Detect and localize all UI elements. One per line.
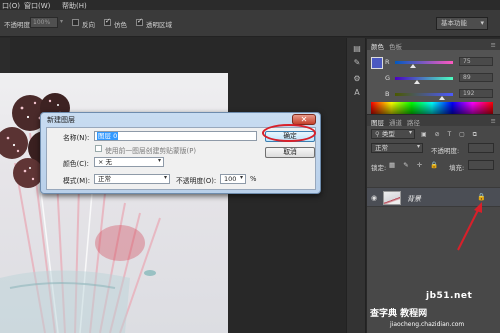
panel-icon-column: ▤ ✎ ⚙ A	[346, 38, 366, 333]
reverse-checkbox[interactable]	[72, 19, 79, 26]
slider-green-knob[interactable]	[414, 80, 420, 84]
lock-options-icons[interactable]: ▦ ✎ ✛ 🔒	[389, 161, 441, 169]
layer-opacity-label: 不透明度:	[431, 147, 460, 155]
lock-label: 锁定:	[371, 164, 387, 172]
workspace-select[interactable]: 基本功能	[436, 17, 488, 30]
slider-red[interactable]: R 75	[385, 57, 495, 68]
opacity-input[interactable]: 100%	[30, 17, 58, 28]
slider-red-knob[interactable]	[410, 64, 416, 68]
tab-channels[interactable]: 通道	[389, 117, 402, 127]
color-panel-tabs: 颜色 色板 ≡	[367, 39, 500, 51]
mode-label: 模式(M):	[63, 177, 91, 185]
tab-paths[interactable]: 路径	[407, 117, 420, 127]
reverse-label: 反向	[82, 21, 95, 29]
history-icon[interactable]: ▤	[352, 44, 362, 54]
watermark-title: 查字典 教程网	[370, 309, 428, 319]
tab-color[interactable]: 颜色	[371, 41, 384, 51]
dither-label: 仿色	[114, 21, 127, 29]
opacity-label: 不透明度:	[4, 21, 33, 29]
layer-opacity-input[interactable]	[468, 143, 494, 153]
color-panel: 颜色 色板 ≡ R 75 G 89 B 192	[367, 38, 500, 122]
filter-search-icon: ⚲	[375, 130, 382, 138]
opacity-label-dialog: 不透明度(O):	[176, 177, 217, 185]
slider-green-value[interactable]: 89	[459, 73, 493, 82]
slider-blue-label: B	[385, 90, 390, 98]
close-icon[interactable]: ✕	[292, 114, 316, 125]
dialog-body: 名称(N): 图层 0 确定 使用前一图层创建剪贴蒙版(P) 取消 颜色(C):…	[46, 127, 316, 190]
slider-green-track[interactable]	[395, 77, 453, 80]
watermark-site: jb51.net	[426, 291, 473, 301]
ok-button[interactable]: 确定	[265, 131, 315, 142]
panel-menu-icon[interactable]: ≡	[491, 41, 496, 49]
foreground-color-swatch[interactable]	[371, 57, 383, 69]
annotation-arrow	[457, 202, 482, 251]
clipping-mask-checkbox[interactable]	[95, 145, 102, 152]
transparency-checkbox[interactable]	[136, 17, 143, 26]
layers-menu-icon[interactable]: ≡	[491, 117, 496, 125]
slider-red-value[interactable]: 75	[459, 57, 493, 66]
name-label: 名称(N):	[63, 134, 90, 142]
fill-label: 填充:	[449, 164, 465, 172]
slider-blue-value[interactable]: 192	[459, 89, 493, 98]
mode-select[interactable]: 正常	[94, 174, 170, 184]
color-select[interactable]: × 无	[94, 157, 164, 167]
layer-filter-select[interactable]: ⚲ 类型	[371, 129, 415, 139]
blend-mode-select[interactable]: 正常	[371, 143, 423, 153]
slider-green[interactable]: G 89	[385, 73, 495, 84]
slider-red-track[interactable]	[395, 61, 453, 64]
color-label: 颜色(C):	[63, 160, 89, 168]
layer-name[interactable]: 背景	[407, 194, 421, 204]
tab-swatches[interactable]: 色板	[389, 41, 402, 51]
layers-panel-tabs: 图层 通道 路径 ≡	[367, 115, 500, 127]
slider-red-label: R	[385, 58, 390, 66]
menu-bar: 口(O) 窗口(W) 帮助(H)	[0, 0, 500, 10]
layer-thumbnail	[383, 191, 401, 205]
opacity-unit: %	[250, 175, 257, 183]
cancel-button[interactable]: 取消	[265, 147, 315, 158]
character-icon[interactable]: A	[352, 88, 362, 98]
fill-input[interactable]	[468, 160, 494, 170]
brush-tool-icon[interactable]: ✎	[352, 58, 362, 68]
filter-kind-icons[interactable]: ▣ ⊘ T ▢ ⧉	[421, 131, 480, 138]
layer-filter-icons: ▣ ⊘ T ▢ ⧉	[421, 130, 491, 139]
dialog-title: 新建图层	[47, 116, 75, 124]
slider-blue-knob[interactable]	[439, 96, 445, 100]
watermark-url: jiaocheng.chazidian.com	[390, 321, 465, 328]
transparency-label: 透明区域	[146, 21, 172, 29]
actions-icon[interactable]: ⚙	[352, 74, 362, 84]
tab-layers[interactable]: 图层	[371, 117, 384, 127]
slider-blue[interactable]: B 192	[385, 89, 495, 100]
dither-checkbox[interactable]	[104, 17, 111, 26]
slider-green-label: G	[385, 74, 391, 82]
eye-icon[interactable]: ◉	[371, 194, 377, 202]
layer-name-input[interactable]: 图层 0	[94, 131, 257, 141]
new-layer-dialog: 新建图层 ✕ 名称(N): 图层 0 确定 使用前一图层创建剪贴蒙版(P) 取消…	[40, 112, 321, 194]
color-spectrum-bar[interactable]	[371, 102, 493, 114]
options-bar: 不透明度: 100% ▾ 反向 仿色 透明区域 基本功能	[0, 10, 500, 37]
clipping-mask-label: 使用前一图层创建剪贴蒙版(P)	[105, 147, 196, 155]
layer-name-selected-text: 图层 0	[97, 132, 119, 140]
lock-icon: 🔒	[477, 193, 486, 201]
layer-filter-label: 类型	[381, 130, 395, 138]
dropdown-icon[interactable]: ▾	[60, 18, 63, 25]
opacity-select[interactable]: 100	[220, 174, 246, 184]
